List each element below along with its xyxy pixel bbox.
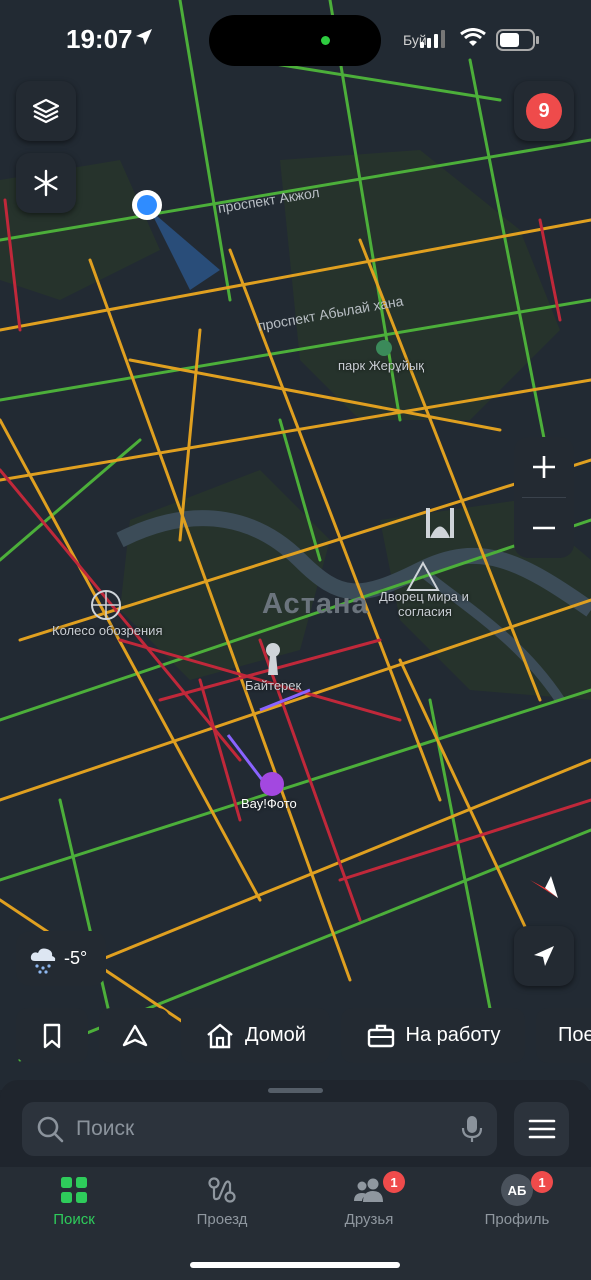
home-chip[interactable]: Домой	[181, 1008, 330, 1063]
traffic-map-graphic	[0, 0, 591, 1062]
dynamic-island	[209, 15, 381, 66]
sheet-handle[interactable]	[268, 1088, 323, 1093]
work-chip[interactable]: На работу	[341, 1008, 525, 1063]
home-chip-label: Домой	[245, 1024, 306, 1046]
place-label-park[interactable]: парк Жерұйық	[338, 358, 424, 373]
zoom-control	[514, 437, 574, 558]
tab-friends[interactable]: 1 Друзья	[309, 1171, 429, 1228]
location-arrow-icon	[136, 29, 152, 45]
quick-chips: Домой На работу Пое	[16, 1008, 591, 1063]
tab-search-label: Поиск	[53, 1211, 95, 1228]
navigation-arrow-icon	[534, 946, 554, 966]
my-location-button[interactable]	[514, 926, 574, 986]
map-view[interactable]: проспект Акжол проспект Абылай хана парк…	[0, 0, 591, 1090]
snowflake-icon	[34, 169, 58, 197]
battery-icon	[496, 29, 539, 51]
place-label-palace-2[interactable]: согласия	[398, 604, 452, 619]
avatar: АБ	[501, 1174, 533, 1206]
city-label: Астана	[262, 588, 369, 620]
camera-count-button[interactable]: 9	[514, 81, 574, 141]
search-bar[interactable]: Поиск	[22, 1102, 497, 1156]
bookmark-icon	[43, 1023, 61, 1048]
status-bar: 19:07 Буй	[0, 0, 591, 80]
more-chip-label: Пое	[558, 1024, 591, 1046]
place-label-vau[interactable]: Вау!Фото	[241, 796, 297, 811]
navigator-icon	[122, 1024, 147, 1046]
place-label-ferris[interactable]: Колесо обозрения	[52, 623, 162, 638]
tab-route[interactable]: Проезд	[162, 1175, 282, 1228]
search-placeholder: Поиск	[76, 1117, 135, 1140]
weather-widget[interactable]: -5°	[16, 931, 106, 986]
friends-icon	[354, 1178, 383, 1202]
zoom-out-button[interactable]	[514, 498, 574, 558]
plus-icon	[533, 456, 555, 478]
minus-icon	[533, 526, 555, 530]
tab-friends-label: Друзья	[344, 1211, 394, 1228]
layers-button[interactable]	[16, 81, 76, 141]
home-icon	[207, 1023, 233, 1048]
cellular-signal-icon	[420, 30, 445, 48]
tab-profile-label: Профиль	[484, 1211, 550, 1228]
snow-cloud-icon	[30, 948, 56, 974]
tab-profile[interactable]: АБ 1 Профиль	[457, 1171, 577, 1228]
place-label-baiterek[interactable]: Байтерек	[245, 678, 301, 693]
search-icon	[37, 1116, 64, 1143]
navigator-chip[interactable]	[99, 1008, 170, 1063]
layers-icon	[32, 98, 60, 124]
place-label-palace-1[interactable]: Дворец мира и	[379, 589, 469, 604]
microphone-icon[interactable]	[461, 1115, 483, 1143]
camera-count-badge: 9	[526, 93, 562, 129]
wifi-icon	[460, 28, 486, 46]
home-indicator	[190, 1262, 400, 1268]
clock: 19:07	[66, 24, 133, 54]
route-icon	[208, 1177, 236, 1203]
tab-search[interactable]: Поиск	[14, 1175, 134, 1228]
briefcase-icon	[367, 1024, 394, 1047]
weather-temp: -5°	[64, 948, 88, 968]
more-chip[interactable]: Пое	[536, 1008, 591, 1063]
friends-badge: 1	[383, 1171, 405, 1193]
profile-badge: 1	[531, 1171, 553, 1193]
work-chip-label: На работу	[405, 1024, 501, 1046]
tab-route-label: Проезд	[196, 1211, 248, 1228]
snow-mode-button[interactable]	[16, 153, 76, 213]
zoom-in-button[interactable]	[514, 437, 574, 497]
menu-button[interactable]	[514, 1102, 569, 1156]
hamburger-icon	[528, 1119, 555, 1139]
grid-icon	[61, 1177, 87, 1203]
bookmarks-chip[interactable]	[16, 1008, 88, 1063]
